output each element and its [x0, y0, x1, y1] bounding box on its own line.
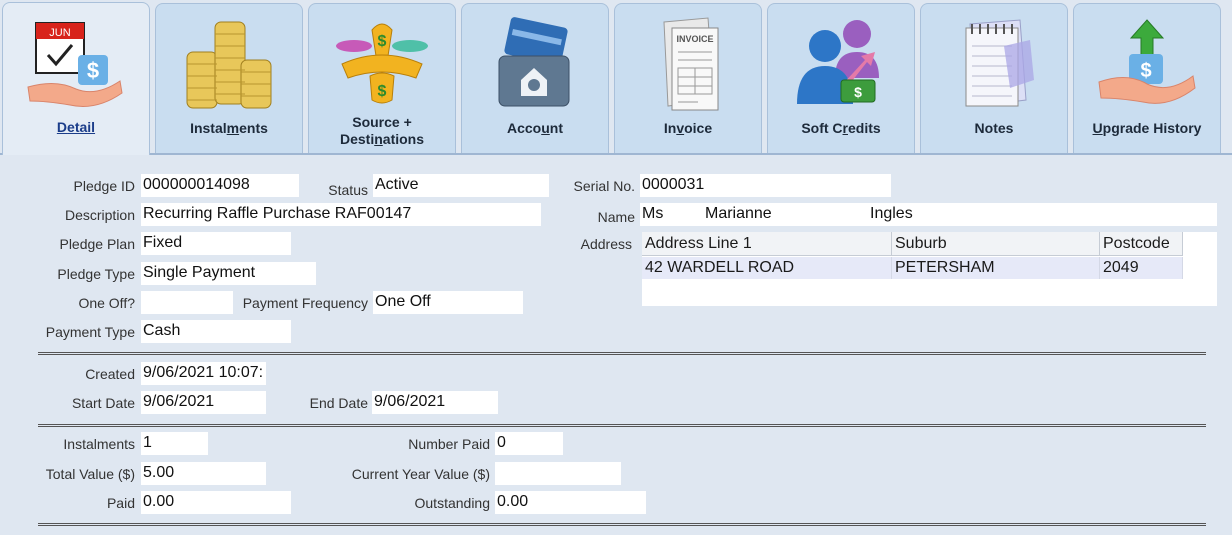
- serial-no-field[interactable]: 0000031: [640, 174, 891, 197]
- name-field[interactable]: Ms Marianne Ingles: [640, 203, 1217, 226]
- section-divider: [38, 523, 1206, 526]
- current-year-value-label: Current Year Value ($): [351, 466, 490, 482]
- money-distribution-icon: $ $: [332, 16, 432, 112]
- notepad-icon: [944, 16, 1044, 112]
- suburb-cell: PETERSHAM: [892, 257, 1100, 279]
- calendar-month-text: JUN: [49, 27, 70, 39]
- svg-text:$: $: [378, 33, 387, 50]
- created-field[interactable]: 9/06/2021 10:07:: [141, 362, 266, 385]
- pledge-type-label: Pledge Type: [57, 266, 135, 282]
- start-date-field[interactable]: 9/06/2021: [141, 391, 266, 414]
- paid-label: Paid: [106, 495, 135, 511]
- people-money-icon: $: [791, 16, 891, 112]
- tab-label: Account: [506, 120, 563, 136]
- tab-invoice[interactable]: INVOICE Invoice: [614, 3, 762, 154]
- payment-frequency-field[interactable]: One Off: [373, 291, 523, 314]
- section-divider: [38, 424, 1206, 427]
- section-divider: [38, 352, 1206, 355]
- postcode-cell: 2049: [1100, 257, 1183, 279]
- status-field[interactable]: Active: [373, 174, 549, 197]
- serial-no-label: Serial No.: [573, 178, 635, 194]
- address-col-header[interactable]: Address Line 1: [642, 232, 892, 256]
- description-label: Description: [64, 207, 135, 223]
- payment-frequency-label: Payment Frequency: [242, 295, 368, 311]
- tab-bar-divider: [0, 153, 1232, 155]
- tab-notes[interactable]: Notes: [920, 3, 1068, 154]
- current-year-value-field[interactable]: [495, 462, 621, 485]
- tab-label: Instalments: [190, 120, 268, 136]
- total-value-label: Total Value ($): [45, 466, 135, 482]
- credit-card-safe-icon: [485, 16, 585, 112]
- tab-label: Detail: [56, 119, 96, 135]
- one-off-label: One Off?: [78, 295, 135, 311]
- tab-instalments[interactable]: Instalments: [155, 3, 303, 154]
- instalments-label: Instalments: [63, 436, 135, 452]
- name-first: Marianne: [705, 205, 772, 222]
- pledge-plan-label: Pledge Plan: [59, 236, 135, 252]
- status-label: Status: [328, 182, 368, 198]
- tab-label: Notes: [974, 120, 1014, 136]
- total-value-field[interactable]: 5.00: [141, 462, 266, 485]
- suburb-col-header[interactable]: Suburb: [892, 232, 1100, 256]
- created-label: Created: [85, 366, 135, 382]
- svg-text:$: $: [854, 84, 862, 100]
- calendar-money-hand-icon: JUN $: [26, 15, 126, 111]
- money-upgrade-icon: $: [1097, 16, 1197, 112]
- number-paid-field[interactable]: 0: [495, 432, 563, 455]
- invoice-icon: INVOICE: [638, 16, 738, 112]
- pledge-id-label: Pledge ID: [73, 178, 135, 194]
- svg-text:$: $: [1140, 60, 1151, 82]
- svg-text:$: $: [87, 58, 99, 83]
- one-off-field[interactable]: [141, 291, 233, 314]
- description-field[interactable]: Recurring Raffle Purchase RAF00147: [141, 203, 541, 226]
- pledge-id-field[interactable]: 000000014098: [141, 174, 299, 197]
- tab-label: Upgrade History: [1092, 120, 1202, 136]
- number-paid-label: Number Paid: [408, 436, 490, 452]
- paid-field[interactable]: 0.00: [141, 491, 291, 514]
- tab-label: Invoice: [663, 120, 713, 136]
- address-line-cell: 42 WARDELL ROAD: [642, 257, 892, 279]
- tab-label: Source + Destinations: [339, 114, 425, 147]
- tab-bar: JUN $ Detail Instalments $ $ Source + De…: [0, 0, 1232, 155]
- end-date-field[interactable]: 9/06/2021: [372, 391, 498, 414]
- svg-text:$: $: [378, 83, 387, 100]
- tab-soft-credits[interactable]: $ Soft Credits: [767, 3, 915, 154]
- address-label: Address: [580, 236, 632, 252]
- tab-account[interactable]: Account: [461, 3, 609, 154]
- outstanding-field[interactable]: 0.00: [495, 491, 646, 514]
- payment-type-label: Payment Type: [45, 324, 135, 340]
- name-title: Ms: [642, 205, 664, 222]
- instalments-field[interactable]: 1: [141, 432, 208, 455]
- pledge-plan-field[interactable]: Fixed: [141, 232, 291, 255]
- start-date-label: Start Date: [71, 395, 135, 411]
- postcode-col-header[interactable]: Postcode: [1100, 232, 1183, 256]
- tab-upgrade-history[interactable]: $ Upgrade History: [1073, 3, 1221, 154]
- tab-label: Soft Credits: [801, 120, 881, 136]
- outstanding-label: Outstanding: [414, 495, 491, 511]
- address-table: Address Line 1 Suburb Postcode 42 WARDEL…: [642, 232, 1217, 306]
- invoice-title-text: INVOICE: [676, 34, 713, 44]
- name-label: Name: [597, 209, 635, 225]
- pledge-type-field[interactable]: Single Payment: [141, 262, 316, 285]
- name-last: Ingles: [870, 205, 913, 222]
- tab-source-destinations[interactable]: $ $ Source + Destinations: [308, 3, 456, 154]
- payment-type-field[interactable]: Cash: [141, 320, 291, 343]
- end-date-label: End Date: [309, 395, 368, 411]
- tab-detail[interactable]: JUN $ Detail: [2, 2, 150, 155]
- coin-stacks-icon: [179, 16, 279, 112]
